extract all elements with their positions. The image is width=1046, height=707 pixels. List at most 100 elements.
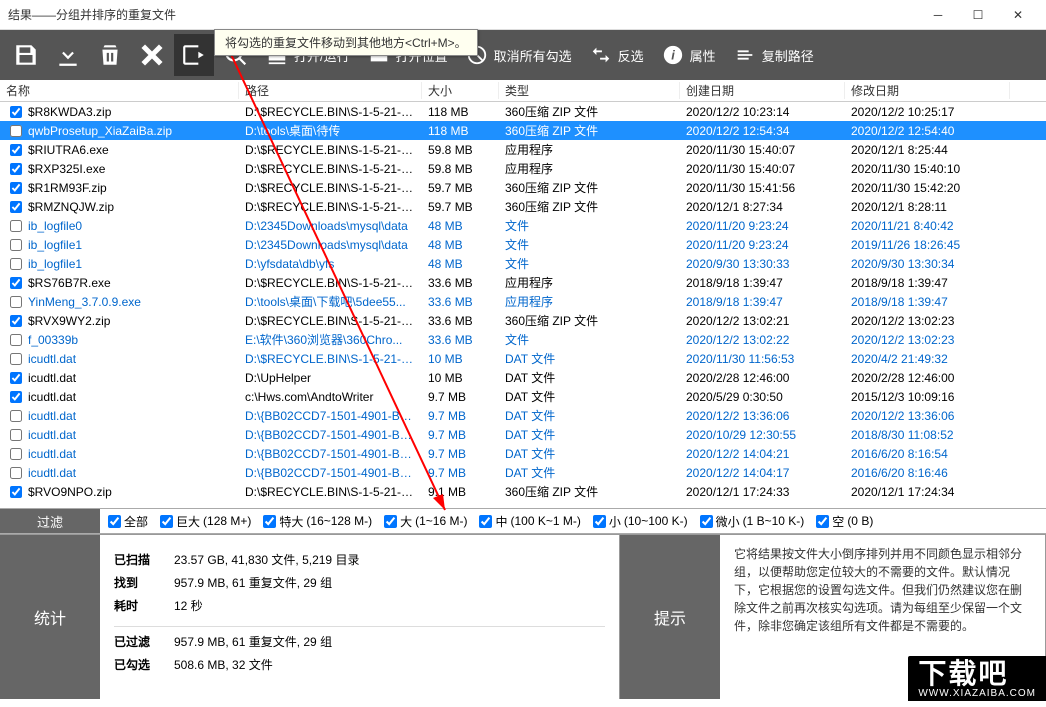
table-row[interactable]: icudtl.datD:\$RECYCLE.BIN\S-1-5-21-21...… xyxy=(0,349,1046,368)
table-row[interactable]: f_00339bE:\软件\360浏览器\360Chro...33.6 MB文件… xyxy=(0,330,1046,349)
row-checkbox[interactable] xyxy=(10,429,22,441)
filter-large[interactable]: 特大 (16~128 M-) xyxy=(263,513,372,530)
table-row[interactable]: $R1RM93F.zipD:\$RECYCLE.BIN\S-1-5-21-21.… xyxy=(0,178,1046,197)
maximize-button[interactable]: ☐ xyxy=(958,1,998,29)
filter-big[interactable]: 大 (1~16 M-) xyxy=(384,513,467,530)
filter-tiny[interactable]: 微小 (1 B~10 K-) xyxy=(700,513,805,530)
file-mdate: 2018/9/18 1:39:47 xyxy=(845,295,1010,309)
row-checkbox[interactable] xyxy=(10,163,22,175)
col-name[interactable]: 名称 xyxy=(0,82,239,99)
col-mdate[interactable]: 修改日期 xyxy=(845,82,1010,99)
filter-all[interactable]: 全部 xyxy=(108,513,148,530)
file-size: 9.7 MB xyxy=(422,447,499,461)
row-checkbox[interactable] xyxy=(10,239,22,251)
recycle-button[interactable] xyxy=(90,34,130,76)
table-row[interactable]: $RS76B7R.exeD:\$RECYCLE.BIN\S-1-5-21-21.… xyxy=(0,273,1046,292)
row-checkbox[interactable] xyxy=(10,353,22,365)
table-row[interactable]: icudtl.datD:\{BB02CCD7-1501-4901-B5E...9… xyxy=(0,463,1046,482)
properties-button[interactable]: i属性 xyxy=(654,34,724,76)
row-checkbox[interactable] xyxy=(10,391,22,403)
table-row[interactable]: icudtl.datD:\{BB02CCD7-1501-4901-B5E...9… xyxy=(0,425,1046,444)
col-size[interactable]: 大小 xyxy=(422,82,499,99)
file-name: YinMeng_3.7.0.9.exe xyxy=(28,295,141,309)
grid-body[interactable]: $R8KWDA3.zipD:\$RECYCLE.BIN\S-1-5-21-21.… xyxy=(0,102,1046,508)
row-checkbox[interactable] xyxy=(10,334,22,346)
file-type: 应用程序 xyxy=(499,141,680,158)
table-row[interactable]: $RMZNQJW.zipD:\$RECYCLE.BIN\S-1-5-21-21.… xyxy=(0,197,1046,216)
col-path[interactable]: 路径 xyxy=(239,82,422,99)
row-checkbox[interactable] xyxy=(10,315,22,327)
row-checkbox[interactable] xyxy=(10,296,22,308)
file-type: 360压缩 ZIP 文件 xyxy=(499,483,680,500)
row-checkbox[interactable] xyxy=(10,201,22,213)
file-mdate: 2020/12/2 13:02:23 xyxy=(845,333,1010,347)
file-size: 9.7 MB xyxy=(422,390,499,404)
file-type: 360压缩 ZIP 文件 xyxy=(499,312,680,329)
copy-path-button[interactable]: 复制路径 xyxy=(726,34,822,76)
table-row[interactable]: YinMeng_3.7.0.9.exeD:\tools\桌面\下载吧\5dee5… xyxy=(0,292,1046,311)
save-button[interactable] xyxy=(6,34,46,76)
stat-found-k: 找到 xyxy=(114,574,174,591)
row-checkbox[interactable] xyxy=(10,144,22,156)
table-row[interactable]: $RXP325I.exeD:\$RECYCLE.BIN\S-1-5-21-21.… xyxy=(0,159,1046,178)
stat-scanned-k: 已扫描 xyxy=(114,551,174,568)
file-mdate: 2018/8/30 11:08:52 xyxy=(845,428,1010,442)
row-checkbox[interactable] xyxy=(10,372,22,384)
invert-button[interactable]: 反选 xyxy=(582,34,652,76)
row-checkbox[interactable] xyxy=(10,220,22,232)
file-size: 9.7 MB xyxy=(422,428,499,442)
file-type: DAT 文件 xyxy=(499,350,680,367)
row-checkbox[interactable] xyxy=(10,486,22,498)
row-checkbox[interactable] xyxy=(10,467,22,479)
filter-small[interactable]: 小 (10~100 K-) xyxy=(593,513,688,530)
bottom-panels: 统计 已扫描23.57 GB, 41,830 文件, 5,219 目录 找到95… xyxy=(0,534,1046,699)
filter-huge[interactable]: 巨大 (128 M+) xyxy=(160,513,251,530)
minimize-button[interactable]: ─ xyxy=(918,1,958,29)
file-name: icudtl.dat xyxy=(28,409,76,423)
close-button[interactable]: ✕ xyxy=(998,1,1038,29)
table-row[interactable]: icudtl.datc:\Hws.com\AndtoWriter9.7 MBDA… xyxy=(0,387,1046,406)
file-cdate: 2020/11/30 15:40:07 xyxy=(680,162,845,176)
svg-text:i: i xyxy=(671,48,675,63)
table-row[interactable]: qwbProsetup_XiaZaiBa.zipD:\tools\桌面\待传11… xyxy=(0,121,1046,140)
row-checkbox[interactable] xyxy=(10,277,22,289)
file-cdate: 2020/12/2 12:54:34 xyxy=(680,124,845,138)
col-cdate[interactable]: 创建日期 xyxy=(680,82,845,99)
stat-checked-v: 508.6 MB, 32 文件 xyxy=(174,656,605,673)
row-checkbox[interactable] xyxy=(10,258,22,270)
table-row[interactable]: icudtl.datD:\{BB02CCD7-1501-4901-B5E...9… xyxy=(0,444,1046,463)
file-size: 48 MB xyxy=(422,219,499,233)
file-size: 9.1 MB xyxy=(422,485,499,499)
table-row[interactable]: $RIUTRA6.exeD:\$RECYCLE.BIN\S-1-5-21-21.… xyxy=(0,140,1046,159)
filter-empty[interactable]: 空 (0 B) xyxy=(816,513,873,530)
file-cdate: 2018/9/18 1:39:47 xyxy=(680,295,845,309)
row-checkbox[interactable] xyxy=(10,106,22,118)
table-row[interactable]: $RVX9WY2.zipD:\$RECYCLE.BIN\S-1-5-21-21.… xyxy=(0,311,1046,330)
table-row[interactable]: icudtl.datD:\{BB02CCD7-1501-4901-B5E...9… xyxy=(0,406,1046,425)
stat-filtered-k: 已过滤 xyxy=(114,633,174,650)
file-mdate: 2020/2/28 12:46:00 xyxy=(845,371,1010,385)
delete-button[interactable] xyxy=(132,34,172,76)
file-type: 文件 xyxy=(499,255,680,272)
col-type[interactable]: 类型 xyxy=(499,82,680,99)
table-row[interactable]: icudtl.datD:\UpHelper10 MBDAT 文件2020/2/2… xyxy=(0,368,1046,387)
move-button[interactable] xyxy=(174,34,214,76)
file-name: $R1RM93F.zip xyxy=(28,181,107,195)
row-checkbox[interactable] xyxy=(10,182,22,194)
table-row[interactable]: $RVO9NPO.zipD:\$RECYCLE.BIN\S-1-5-21-21.… xyxy=(0,482,1046,501)
file-mdate: 2020/12/2 13:36:06 xyxy=(845,409,1010,423)
row-checkbox[interactable] xyxy=(10,448,22,460)
file-type: DAT 文件 xyxy=(499,426,680,443)
filter-med[interactable]: 中 (100 K~1 M-) xyxy=(479,513,580,530)
download-button[interactable] xyxy=(48,34,88,76)
row-checkbox[interactable] xyxy=(10,410,22,422)
tooltip: 将勾选的重复文件移动到其他地方<Ctrl+M>。 xyxy=(214,29,478,56)
file-type: 360压缩 ZIP 文件 xyxy=(499,198,680,215)
row-checkbox[interactable] xyxy=(10,125,22,137)
table-row[interactable]: ib_logfile1D:\2345Downloads\mysql\data48… xyxy=(0,235,1046,254)
table-row[interactable]: $R8KWDA3.zipD:\$RECYCLE.BIN\S-1-5-21-21.… xyxy=(0,102,1046,121)
toolbar: 打开/运行 打开位置 取消所有勾选 反选 i属性 复制路径 xyxy=(0,30,1046,80)
file-name: f_00339b xyxy=(28,333,78,347)
table-row[interactable]: ib_logfile1D:\yfsdata\db\yfs48 MB文件2020/… xyxy=(0,254,1046,273)
table-row[interactable]: ib_logfile0D:\2345Downloads\mysql\data48… xyxy=(0,216,1046,235)
